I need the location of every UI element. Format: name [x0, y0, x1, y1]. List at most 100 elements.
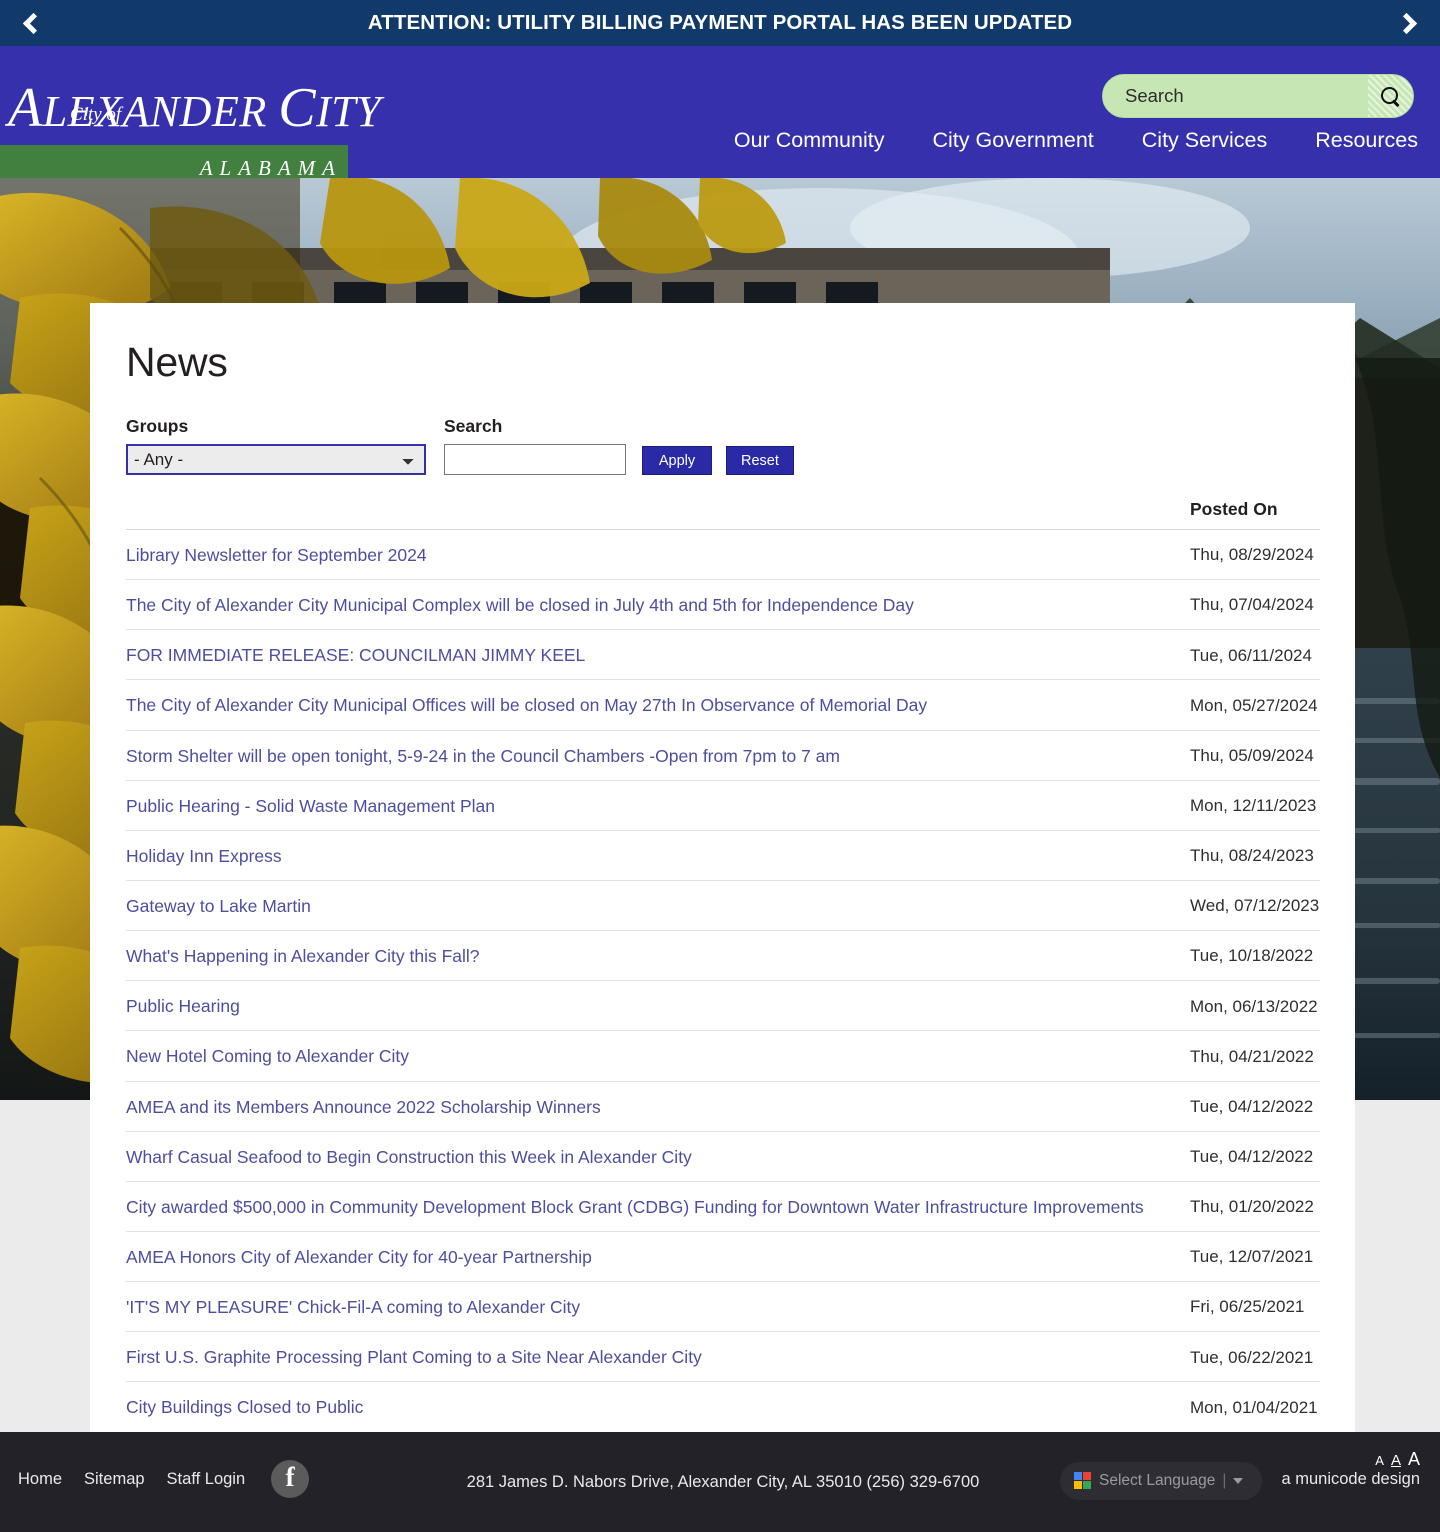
announcement-text: ATTENTION: UTILITY BILLING PAYMENT PORTA…: [367, 11, 1073, 34]
news-link[interactable]: New Hotel Coming to Alexander City: [126, 1046, 409, 1066]
news-link[interactable]: 'IT'S MY PLEASURE' Chick-Fil-A coming to…: [126, 1297, 580, 1317]
news-link[interactable]: Public Hearing - Solid Waste Management …: [126, 796, 495, 816]
news-title-cell: First U.S. Graphite Processing Plant Com…: [126, 1331, 1176, 1383]
table-row: Storm Shelter will be open tonight, 5-9-…: [126, 730, 1320, 781]
next-announcement-button[interactable]: [1382, 0, 1436, 46]
news-date-cell: Thu, 08/29/2024: [1176, 529, 1320, 581]
nav-item-resources[interactable]: Resources: [1315, 128, 1418, 153]
language-selector[interactable]: Select Language |: [1060, 1462, 1262, 1500]
news-filters: Groups - Any - Search Apply Reset: [126, 416, 1320, 475]
main-navigation: Our Community City Government City Servi…: [734, 128, 1418, 153]
logo-city-name: ALEXANDER CITY: [8, 77, 382, 139]
chevron-left-icon: [22, 12, 45, 34]
news-title-cell: What's Happening in Alexander City this …: [126, 930, 1176, 982]
table-row: Public Hearing - Solid Waste Management …: [126, 780, 1320, 831]
news-date-cell: Mon, 12/11/2023: [1176, 780, 1320, 831]
header-search-input[interactable]: [1103, 85, 1368, 107]
reset-button[interactable]: Reset: [726, 446, 794, 475]
font-size-large-button[interactable]: A: [1408, 1450, 1420, 1468]
groups-select[interactable]: - Any -: [126, 444, 426, 475]
news-link[interactable]: AMEA and its Members Announce 2022 Schol…: [126, 1097, 601, 1117]
table-row: Holiday Inn Express Thu, 08/24/2023: [126, 830, 1320, 881]
footer-address: 281 James D. Nabors Drive, Alexander Cit…: [466, 1472, 980, 1491]
news-date-cell: Mon, 05/27/2024: [1176, 679, 1320, 731]
news-link[interactable]: City Buildings Closed to Public: [126, 1397, 363, 1417]
news-title-cell: AMEA Honors City of Alexander City for 4…: [126, 1231, 1176, 1283]
prev-announcement-button[interactable]: [4, 0, 58, 46]
news-title-cell: Library Newsletter for September 2024: [126, 529, 1176, 581]
chevron-down-icon: [1233, 1478, 1244, 1484]
table-row: 'IT'S MY PLEASURE' Chick-Fil-A coming to…: [126, 1281, 1320, 1333]
font-size-medium-button[interactable]: A: [1391, 1453, 1401, 1468]
news-table-body: Library Newsletter for September 2024 Thu…: [126, 529, 1320, 1532]
news-title-cell: New Hotel Coming to Alexander City: [126, 1030, 1176, 1082]
column-header-posted-on: Posted On: [1176, 495, 1320, 530]
news-link[interactable]: Wharf Casual Seafood to Begin Constructi…: [126, 1147, 692, 1167]
font-size-small-button[interactable]: A: [1375, 1454, 1384, 1467]
nav-item-our-community[interactable]: Our Community: [734, 128, 885, 153]
news-title-cell: Storm Shelter will be open tonight, 5-9-…: [126, 730, 1176, 781]
news-date-cell: Tue, 06/11/2024: [1176, 629, 1320, 681]
news-link[interactable]: Library Newsletter for September 2024: [126, 545, 427, 565]
news-title-cell: 'IT'S MY PLEASURE' Chick-Fil-A coming to…: [126, 1281, 1176, 1333]
header-search: [1102, 74, 1414, 118]
table-row: What's Happening in Alexander City this …: [126, 930, 1320, 982]
table-row: AMEA Honors City of Alexander City for 4…: [126, 1231, 1320, 1283]
news-link[interactable]: Holiday Inn Express: [126, 846, 282, 866]
content-card: News Groups - Any - Search Apply Reset P…: [90, 303, 1355, 1532]
news-date-cell: Tue, 06/22/2021: [1176, 1331, 1320, 1383]
news-title-cell: The City of Alexander City Municipal Off…: [126, 679, 1176, 731]
footer-link-staff-login[interactable]: Staff Login: [167, 1470, 246, 1489]
column-header-title: [126, 495, 1176, 530]
news-date-cell: Mon, 01/04/2021: [1176, 1381, 1320, 1433]
news-title-cell: Wharf Casual Seafood to Begin Constructi…: [126, 1131, 1176, 1182]
page-title: News: [126, 339, 228, 385]
table-row: New Hotel Coming to Alexander City Thu, 0…: [126, 1030, 1320, 1082]
header-search-button[interactable]: [1368, 75, 1413, 117]
table-row: AMEA and its Members Announce 2022 Schol…: [126, 1081, 1320, 1132]
google-translate-icon: [1074, 1472, 1092, 1490]
footer-credit: a municode design: [1281, 1470, 1420, 1488]
news-title-cell: AMEA and its Members Announce 2022 Schol…: [126, 1081, 1176, 1132]
news-date-cell: Tue, 12/07/2021: [1176, 1231, 1320, 1283]
facebook-icon[interactable]: f: [271, 1460, 310, 1498]
news-title-cell: City awarded $500,000 in Community Devel…: [126, 1181, 1176, 1232]
news-title-cell: City Buildings Closed to Public: [126, 1381, 1176, 1433]
news-link[interactable]: City awarded $500,000 in Community Devel…: [126, 1197, 1144, 1217]
news-link[interactable]: AMEA Honors City of Alexander City for 4…: [126, 1247, 592, 1267]
news-date-cell: Thu, 01/20/2022: [1176, 1181, 1320, 1232]
nav-item-city-government[interactable]: City Government: [932, 128, 1093, 153]
news-link[interactable]: FOR IMMEDIATE RELEASE: COUNCILMAN JIMMY …: [126, 645, 585, 665]
site-header: City of ALEXANDER CITY ALABAMA Our Commu…: [0, 46, 1440, 192]
news-link[interactable]: The City of Alexander City Municipal Off…: [126, 695, 927, 715]
language-selector-label: Select Language: [1099, 1472, 1216, 1489]
news-date-cell: Tue, 04/12/2022: [1176, 1131, 1320, 1182]
footer-link-home[interactable]: Home: [18, 1470, 62, 1489]
news-date-cell: Thu, 07/04/2024: [1176, 579, 1320, 631]
news-link[interactable]: First U.S. Graphite Processing Plant Com…: [126, 1347, 702, 1367]
news-title-cell: Public Hearing - Solid Waste Management …: [126, 780, 1176, 831]
table-row: FOR IMMEDIATE RELEASE: COUNCILMAN JIMMY …: [126, 629, 1320, 681]
news-link[interactable]: The City of Alexander City Municipal Com…: [126, 595, 914, 615]
site-footer: Home Sitemap Staff Login f 281 James D. …: [0, 1432, 1440, 1532]
table-row: First U.S. Graphite Processing Plant Com…: [126, 1331, 1320, 1383]
news-title-cell: FOR IMMEDIATE RELEASE: COUNCILMAN JIMMY …: [126, 629, 1176, 681]
search-icon: [1381, 86, 1400, 106]
font-size-controls: A A A: [1375, 1450, 1420, 1468]
apply-button[interactable]: Apply: [642, 446, 712, 475]
table-row: City Buildings Closed to Public Mon, 01/0…: [126, 1381, 1320, 1433]
news-link[interactable]: Gateway to Lake Martin: [126, 896, 311, 916]
news-title-cell: Gateway to Lake Martin: [126, 880, 1176, 932]
table-row: The City of Alexander City Municipal Off…: [126, 679, 1320, 731]
news-date-cell: Tue, 04/12/2022: [1176, 1081, 1320, 1132]
nav-item-city-services[interactable]: City Services: [1142, 128, 1267, 153]
news-date-cell: Mon, 06/13/2022: [1176, 980, 1320, 1032]
news-date-cell: Thu, 04/21/2022: [1176, 1030, 1320, 1082]
news-link[interactable]: Public Hearing: [126, 996, 240, 1016]
footer-link-sitemap[interactable]: Sitemap: [84, 1470, 145, 1489]
news-title-cell: Holiday Inn Express: [126, 830, 1176, 881]
search-input[interactable]: [444, 444, 626, 475]
news-link[interactable]: What's Happening in Alexander City this …: [126, 946, 480, 966]
page-root: ATTENTION: UTILITY BILLING PAYMENT PORTA…: [0, 0, 1440, 1532]
news-link[interactable]: Storm Shelter will be open tonight, 5-9-…: [126, 746, 840, 766]
